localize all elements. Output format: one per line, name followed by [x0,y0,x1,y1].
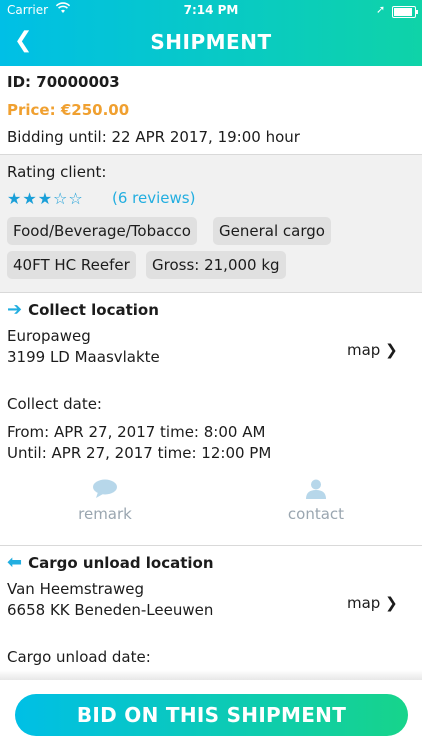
star-filled-icon: ★ [37,189,53,208]
collect-address-city: 3199 LD Maasvlakte [7,348,160,366]
contact-label: contact [287,505,345,523]
contact-button[interactable]: contact [261,479,371,523]
collect-location-section: ➔ Collect location Europaweg 3199 LD Maas… [0,293,422,546]
person-icon [306,479,326,499]
rating-label: Rating client: [7,163,107,181]
arrow-left-icon: ⬅ [7,552,23,573]
shipment-summary: ID: 70000003 Price: €250.00 Bidding unti… [0,66,422,155]
star-filled-icon: ★ [22,189,37,208]
page-title: SHIPMENT [150,30,272,54]
tag-cargo-type: General cargo [213,217,331,245]
shipment-id: ID: 70000003 [7,73,120,91]
tag-gross-weight: Gross: 21,000 kg [146,251,286,279]
tag-container: 40FT HC Reefer [7,251,136,279]
footer-bar: BID ON THIS SHIPMENT [0,680,422,750]
unload-map-link[interactable]: map ❯ [347,594,398,612]
arrow-right-icon: ➔ [7,299,23,320]
collect-date-label: Collect date: [7,395,102,413]
tag-category: Food/Beverage/Tobacco [7,217,197,245]
collect-heading: ➔ Collect location [7,299,159,320]
star-empty-icon: ☆ [53,189,68,208]
shipment-content[interactable]: ID: 70000003 Price: €250.00 Bidding unti… [0,66,422,680]
navigation-bar: ❮ SHIPMENT [0,22,422,66]
top-bar: Carrier 7:14 PM ➚ ❮ SHIPMENT [0,0,422,66]
collect-heading-label: Collect location [28,301,159,319]
bid-button[interactable]: BID ON THIS SHIPMENT [15,694,408,736]
unload-location-section: ⬅ Cargo unload location Van Heemstraweg 6… [0,546,422,680]
star-empty-icon: ☆ [68,189,83,208]
collect-from: From: APR 27, 2017 time: 8:00 AM [7,423,266,441]
star-filled-icon: ★ [7,189,22,208]
rating-stars: ★★★☆☆ [7,189,84,208]
unload-address-street: Van Heemstraweg [7,580,144,598]
unload-address-city: 6658 KK Beneden-Leeuwen [7,601,214,619]
location-arrow-icon: ➚ [376,3,386,16]
remark-label: remark [78,505,132,523]
collect-map-link[interactable]: map ❯ [347,341,398,359]
reviews-link[interactable]: (6 reviews) [112,189,195,207]
battery-icon [392,6,418,18]
collect-until: Until: APR 27, 2017 time: 12:00 PM [7,444,272,462]
unload-date-label: Cargo unload date: [7,648,151,666]
client-rating-section: Rating client: ★★★☆☆ (6 reviews) Food/Be… [0,155,422,293]
remark-button[interactable]: remark [50,479,160,523]
clock: 7:14 PM [183,3,239,17]
bidding-deadline: Bidding until: 22 APR 2017, 19:00 hour [7,128,300,146]
status-bar: Carrier 7:14 PM ➚ [0,0,422,22]
shipment-price: Price: €250.00 [7,101,130,119]
chat-bubble-icon [93,479,117,498]
unload-heading-label: Cargo unload location [28,554,214,572]
collect-address-street: Europaweg [7,327,91,345]
unload-heading: ⬅ Cargo unload location [7,552,214,573]
